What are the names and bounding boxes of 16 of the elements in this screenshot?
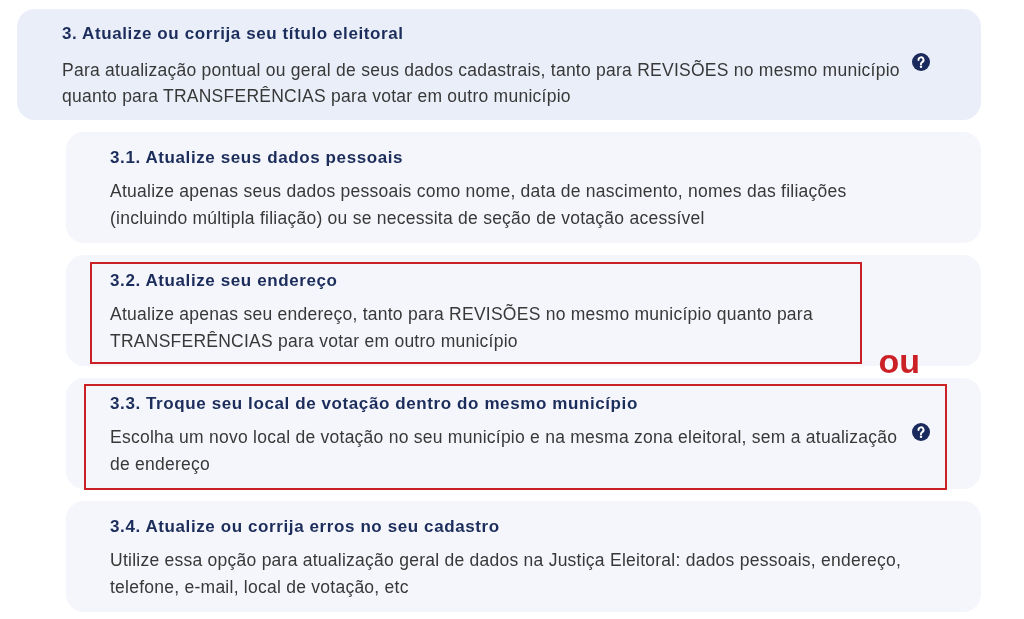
option-title: 3.3. Troque seu local de votação dentro do mesmo município	[110, 393, 639, 415]
option-description: Utilize essa opção para atualização geral de dados na Justiça Eleitoral: dados pessoais, endereço, telefone, e-mail, local de votação, etc	[110, 549, 903, 599]
section-description: Para atualização pontual ou geral de seus dados cadastrais, tanto para REVISÕES no mesmo município quanto para TRANSFERÊNCIAS para votar em outro município	[62, 59, 901, 108]
help-icon[interactable]	[912, 53, 930, 71]
option-title: 3.1. Atualize seus dados pessoais	[110, 147, 405, 169]
annotation-note: ou	[878, 344, 920, 378]
option-card[interactable]: 3.1. Atualize seus dados pessoais Atualize apenas seus dados pessoais como nome, data de nascimento, nomes das filiações (incluindo múltipla filiação) ou se necessita de seção de votação acessível	[66, 132, 981, 243]
help-icon[interactable]	[912, 422, 930, 441]
option-title: 3.2. Atualize seu endereço	[110, 270, 339, 292]
section-title: 3. Atualize ou corrija seu título eleitoral	[62, 23, 405, 45]
option-card[interactable]: 3.3. Troque seu local de votação dentro do mesmo município Escolha um novo local de votação no seu município e na mesma zona eleitoral, sem a atualização de endereço	[66, 378, 981, 489]
option-description: Atualize apenas seu endereço, tanto para REVISÕES no mesmo município quanto para TRANSFERÊNCIAS para votar em outro município	[110, 303, 814, 353]
option-card[interactable]: 3.4. Atualize ou corrija erros no seu cadastro Utilize essa opção para atualização geral de dados na Justiça Eleitoral: dados pessoais, endereço, telefone, e-mail, local de votação, etc	[66, 501, 981, 612]
option-title: 3.4. Atualize ou corrija erros no seu cadastro	[110, 516, 501, 538]
option-description: Escolha um novo local de votação no seu município e na mesma zona eleitoral, sem a atualização de endereço	[110, 426, 899, 476]
option-description: Atualize apenas seus dados pessoais como nome, data de nascimento, nomes das filiações (incluindo múltipla filiação) ou se necessita de seção de votação acessível	[110, 180, 848, 230]
